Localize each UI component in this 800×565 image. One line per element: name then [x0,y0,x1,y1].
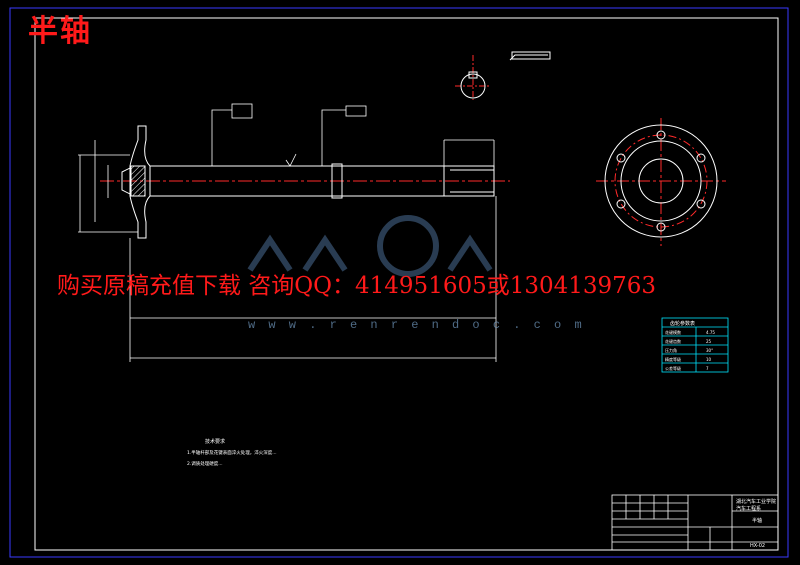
roughness-symbol [285,153,297,167]
bolt-hole-5 [616,199,626,209]
bolt-hole-6 [616,153,626,163]
param-row-3-label: 压力角 [665,347,677,353]
tolerance-frame-1 [231,103,253,119]
param-row-3-value: 30° [706,348,713,353]
tolerance-frame-2 [345,105,367,117]
title-block-drawing-no: HX-02 [750,543,765,549]
param-row-2-value: 25 [706,339,712,344]
param-row-1-value: 4.75 [706,330,715,335]
leader-1 [211,109,232,166]
leader-2 [321,109,346,166]
notes-line-1: 1.半轴杆部及花键表面淬火处理，淬火深度... [187,449,277,456]
notes-line-2: 2.调质处理硬度... [187,460,223,467]
drawing-title: 半轴 [28,14,92,49]
advert-banner: 购买原稿充值下载 咨询QQ：414951605或1304139763 [57,273,657,299]
title-block-dept: 汽车工程系 [736,505,761,512]
bolt-hole-2 [696,153,706,163]
title-block-school: 湖北汽车工业学院 [736,498,776,505]
param-row-5-label: 公差等级 [665,365,681,371]
notes-heading: 技术要求 [205,438,225,445]
shaft-main-view [100,125,510,239]
param-row-4-value: 10 [706,357,712,362]
param-row-4-label: 精度等级 [665,356,681,362]
param-row-1-label: 花键模数 [665,329,681,335]
watermark-url: w w w . r e n r e n d o c . c o m [248,318,585,332]
flange-hatch-area [130,165,146,197]
section-view-small [455,51,551,100]
param-table-header: 齿轮参数表 [670,320,695,327]
title-block-part-name: 半轴 [752,517,762,524]
flange-end-view [596,118,726,246]
param-row-5-value: 7 [706,366,709,371]
param-row-2-label: 花键齿数 [665,338,681,344]
cad-drawing-canvas: 齿轮参数表 花键模数 4.75 花键齿数 25 压力角 30° 精度等级 10 … [0,0,800,565]
